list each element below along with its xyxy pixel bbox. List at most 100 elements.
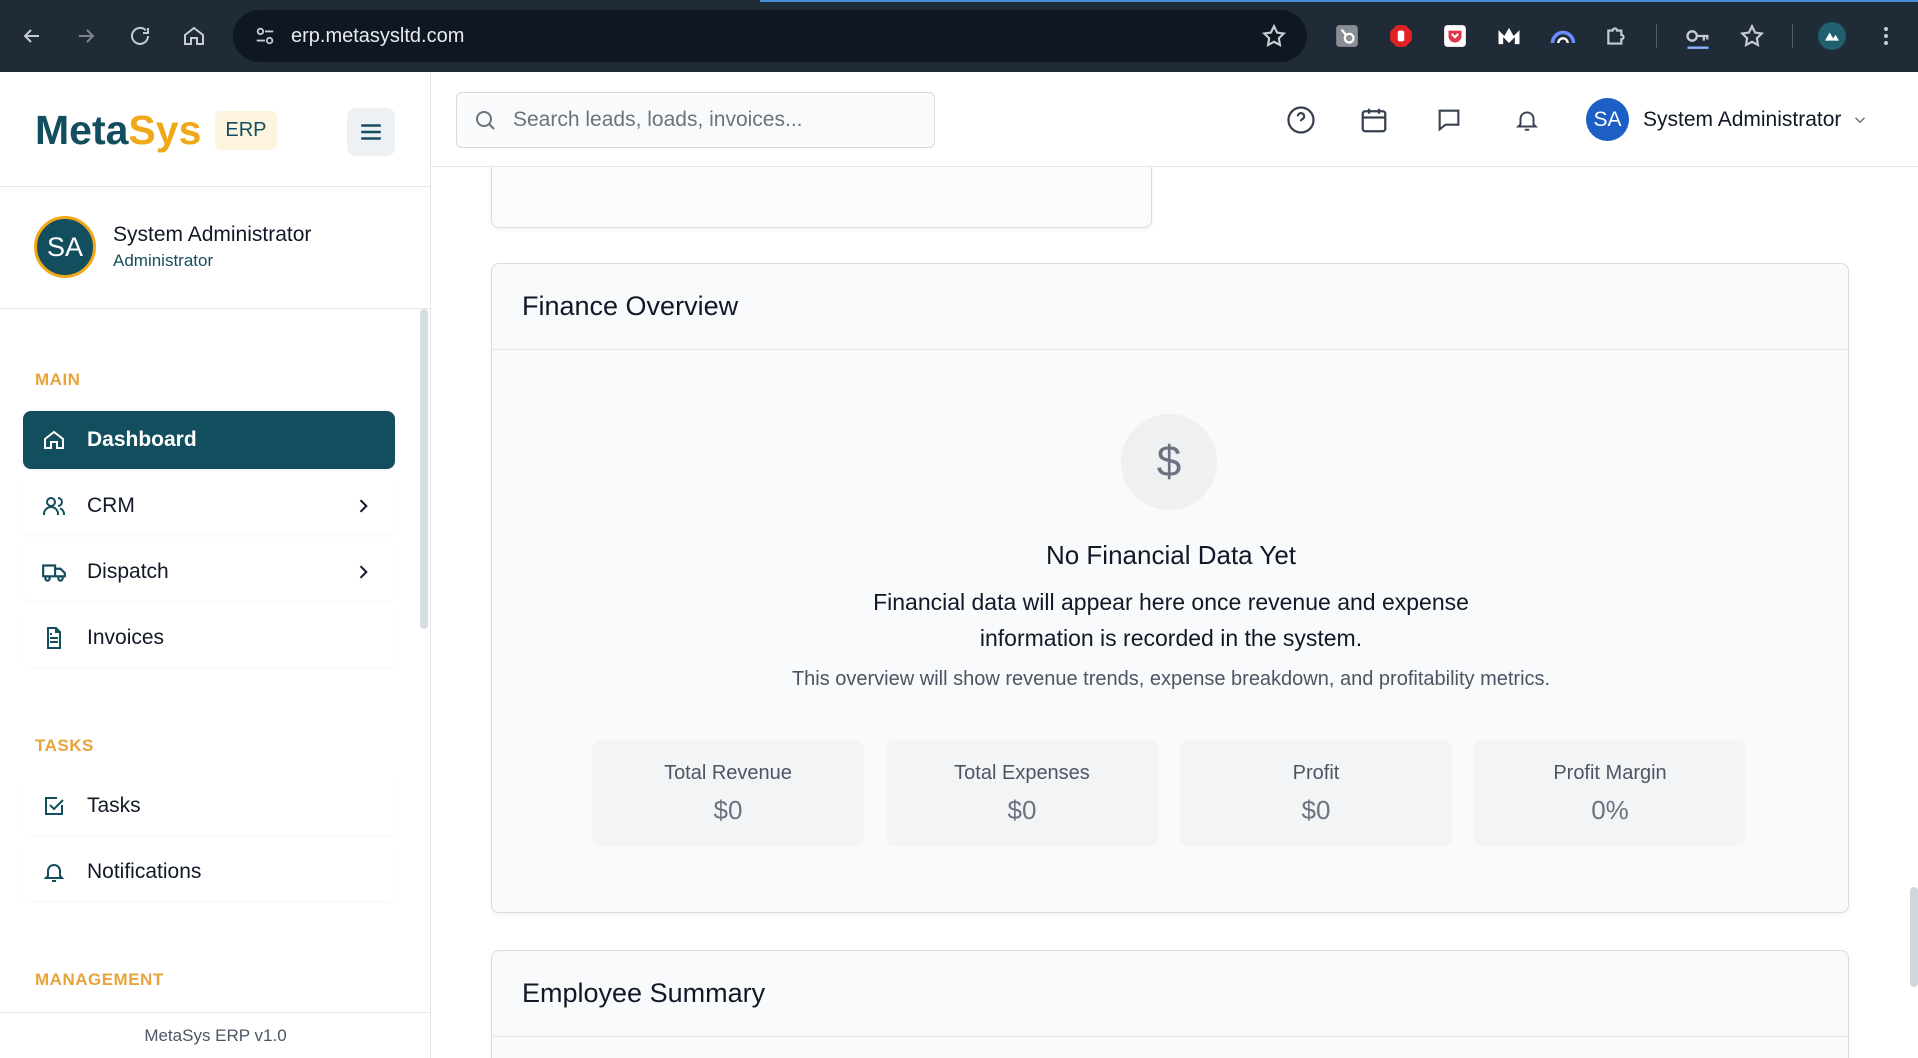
extensions-puzzle-icon[interactable]: [1601, 20, 1633, 52]
avatar: SA: [34, 216, 96, 278]
sidebar-item-label: Dashboard: [87, 428, 197, 451]
address-bar[interactable]: erp.metasysltd.com: [233, 10, 1307, 62]
browser-menu-icon[interactable]: [1870, 20, 1902, 52]
users-icon: [41, 493, 67, 519]
search-input[interactable]: [513, 108, 913, 132]
sidebar-item-notifications[interactable]: Notifications: [23, 843, 395, 901]
sidebar-item-dashboard[interactable]: Dashboard: [23, 411, 395, 469]
chevron-right-icon: [359, 565, 368, 579]
home-button[interactable]: [167, 0, 221, 72]
sidebar-item-label: CRM: [87, 494, 135, 517]
stat-total-expenses: Total Expenses $0: [886, 740, 1158, 846]
employee-summary-card: Employee Summary: [491, 950, 1849, 1058]
extension-vpn-icon[interactable]: [1547, 20, 1579, 52]
file-text-icon: [41, 625, 67, 651]
section-label-management: MANAGEMENT: [35, 970, 164, 989]
extension-hubspot-icon[interactable]: [1331, 20, 1363, 52]
stat-label: Total Revenue: [664, 762, 792, 784]
profile-avatar-icon[interactable]: [1816, 20, 1848, 52]
extension-pocket-icon[interactable]: [1439, 20, 1471, 52]
brand-badge: ERP: [215, 111, 277, 150]
extension-stop-icon[interactable]: [1385, 20, 1417, 52]
sidebar-divider: [0, 308, 431, 309]
card-title: Employee Summary: [492, 951, 1848, 1037]
bookmarks-star-icon[interactable]: [1736, 20, 1768, 52]
brand-logo[interactable]: Meta Sys ERP: [35, 107, 277, 154]
stat-label: Total Expenses: [954, 762, 1090, 784]
help-button[interactable]: [1281, 100, 1321, 140]
sidebar-item-tasks[interactable]: Tasks: [23, 777, 395, 835]
search-icon: [457, 92, 513, 148]
sidebar-user-name: System Administrator: [113, 223, 312, 246]
empty-state-title: No Financial Data Yet: [1045, 540, 1297, 570]
sidebar-item-invoices[interactable]: Invoices: [23, 609, 395, 667]
section-label-main: MAIN: [35, 370, 81, 389]
sidebar-item-label: Tasks: [87, 794, 141, 817]
site-settings-icon[interactable]: [239, 10, 291, 62]
arrow-left-icon: [23, 29, 39, 43]
browser-toolbar: erp.metasysltd.com: [0, 0, 1918, 72]
home-icon: [41, 427, 67, 453]
sidebar-item-label: Invoices: [87, 626, 165, 649]
extension-malwarebytes-icon[interactable]: [1493, 20, 1525, 52]
stat-value: $0: [713, 795, 743, 825]
bookmark-star-icon[interactable]: [1261, 23, 1287, 49]
calendar-icon: [1361, 108, 1387, 133]
stat-value: $0: [1007, 795, 1037, 825]
truck-icon: [41, 559, 67, 585]
chevron-right-icon: [359, 499, 368, 513]
dashboard-content: Finance Overview $ No Financial Data Yet…: [431, 167, 1918, 1058]
top-header: SA System Administrator: [431, 72, 1918, 167]
home-icon: [184, 26, 204, 45]
back-button[interactable]: [5, 0, 59, 72]
stat-total-revenue: Total Revenue $0: [592, 740, 864, 846]
password-key-icon[interactable]: [1682, 20, 1714, 52]
previous-card: [491, 167, 1152, 228]
url-text[interactable]: erp.metasysltd.com: [291, 25, 464, 48]
sidebar-scrollbar[interactable]: [420, 309, 428, 629]
sidebar: Meta Sys ERP SA System Administrator Admi…: [0, 72, 431, 1058]
notifications-button[interactable]: [1507, 100, 1547, 140]
check-square-icon: [41, 793, 67, 819]
sidebar-user-card: SA System Administrator Administrator: [34, 216, 311, 278]
brand-name-part1: Meta: [35, 107, 129, 153]
sidebar-item-label: Notifications: [87, 860, 202, 883]
toolbar-separator: [1792, 24, 1793, 48]
sidebar-footer-version: MetaSys ERP v1.0: [0, 1012, 431, 1058]
forward-button[interactable]: [59, 0, 113, 72]
global-search[interactable]: [456, 92, 935, 148]
empty-state-note: This overview will show revenue trends, …: [791, 668, 1551, 690]
bell-icon: [41, 859, 67, 885]
toolbar-separator: [1656, 24, 1657, 48]
calendar-button[interactable]: [1354, 100, 1394, 140]
hamburger-icon: [361, 124, 381, 140]
avatar: SA: [1586, 98, 1629, 141]
menu-toggle-button[interactable]: [347, 108, 395, 156]
loading-indicator: [760, 0, 1918, 2]
finance-overview-card: Finance Overview $ No Financial Data Yet…: [491, 263, 1849, 913]
empty-state-description: Financial data will appear here once rev…: [873, 589, 1469, 651]
stat-label: Profit: [1292, 762, 1340, 784]
message-icon: [1438, 109, 1460, 132]
sidebar-item-dispatch[interactable]: Dispatch: [23, 543, 395, 601]
sidebar-user-role: Administrator: [113, 251, 214, 270]
bell-icon: [1515, 111, 1539, 131]
dollar-icon: $: [1121, 414, 1217, 510]
reload-icon: [131, 26, 149, 45]
header-user-name: System Administrator: [1643, 107, 1842, 131]
sidebar-divider: [0, 186, 431, 187]
section-label-tasks: TASKS: [35, 736, 94, 755]
help-circle-icon: [1287, 106, 1315, 134]
chevron-down-icon: [1855, 116, 1866, 123]
sidebar-item-label: Dispatch: [87, 560, 169, 583]
sidebar-item-crm[interactable]: CRM: [23, 477, 395, 535]
messages-button[interactable]: [1429, 100, 1469, 140]
brand-name-part2: Sys: [128, 107, 202, 153]
reload-button[interactable]: [113, 0, 167, 72]
page-scrollbar[interactable]: [1910, 887, 1918, 987]
user-menu[interactable]: SA System Administrator: [1586, 98, 1869, 141]
arrow-right-icon: [79, 29, 95, 43]
stat-profit-margin: Profit Margin 0%: [1474, 740, 1746, 846]
stat-label: Profit Margin: [1553, 762, 1667, 784]
stat-value: 0%: [1591, 795, 1629, 825]
